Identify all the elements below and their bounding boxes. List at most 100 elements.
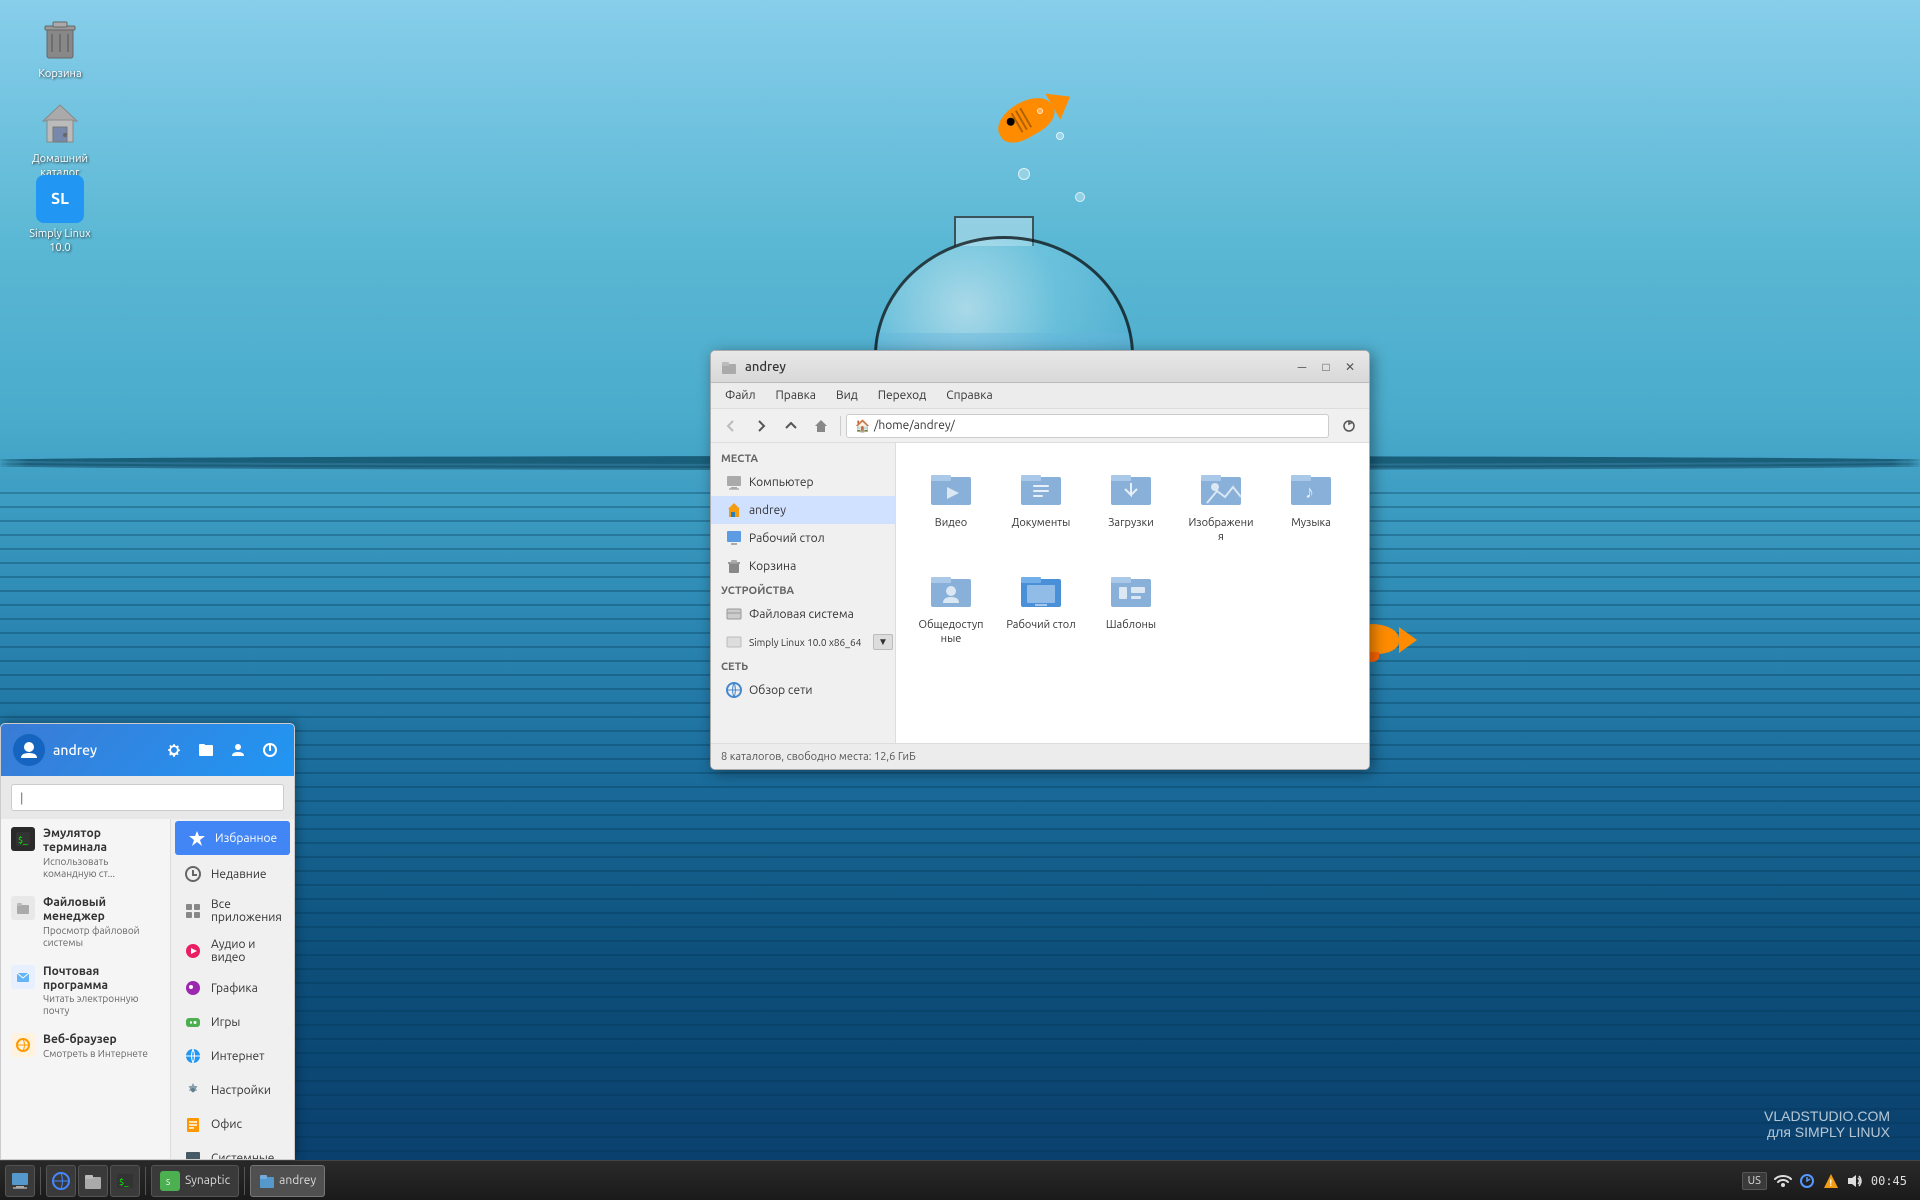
window-controls: ─ □ ✕: [1291, 356, 1361, 378]
folder-images-icon: [1197, 463, 1245, 511]
file-manager-menubar: Файл Правка Вид Переход Справка: [711, 383, 1369, 409]
folder-downloads-icon: [1107, 463, 1155, 511]
file-item-music[interactable]: ♪ Музыка: [1271, 458, 1351, 550]
category-all-apps[interactable]: Все приложения: [171, 891, 294, 931]
file-music-label: Музыка: [1276, 516, 1346, 530]
file-item-video[interactable]: Видео: [911, 458, 991, 550]
taskbar-sep-1: [40, 1167, 41, 1195]
sidebar-simply-linux[interactable]: Simply Linux 10.0 x86_64 ▼: [711, 628, 895, 656]
places-section-label: Места: [711, 448, 895, 468]
category-internet-label: Интернет: [211, 1050, 265, 1063]
menu-help[interactable]: Справка: [936, 386, 1002, 405]
app-item-mail[interactable]: Почтовая программа Читать электронную по…: [1, 957, 170, 1026]
category-audio-video[interactable]: Аудио и видео: [171, 931, 294, 971]
svg-text:!: !: [1829, 1178, 1832, 1188]
search-input[interactable]: [11, 784, 284, 811]
sidebar-network-browse-label: Обзор сети: [749, 684, 813, 697]
svg-text:S: S: [166, 1178, 170, 1187]
fish-tail-side: [1399, 627, 1417, 653]
file-item-desktop-folder[interactable]: Рабочий стол: [1001, 560, 1081, 652]
locale-button[interactable]: US: [1742, 1172, 1767, 1190]
window-close-button[interactable]: ✕: [1339, 356, 1361, 378]
watermark-line1: VLADSTUDIO.COM: [1764, 1108, 1890, 1124]
toolbar-separator: [840, 416, 841, 436]
start-menu-actions: [162, 738, 282, 762]
desktop-icon-simply[interactable]: SL Simply Linux 10.0: [20, 170, 100, 261]
sidebar-andrey[interactable]: andrey: [711, 496, 895, 524]
category-games[interactable]: Игры: [171, 1005, 294, 1039]
category-graphics[interactable]: Графика: [171, 971, 294, 1005]
settings-action-icon[interactable]: [162, 738, 186, 762]
back-button[interactable]: [717, 412, 745, 440]
file-manager-title: andrey: [745, 360, 1291, 374]
file-item-downloads[interactable]: Загрузки: [1091, 458, 1171, 550]
file-item-public[interactable]: Общедоступные: [911, 560, 991, 652]
warning-tray-icon[interactable]: !: [1821, 1171, 1841, 1191]
filemanager-icon: [11, 896, 35, 920]
home-nav-button[interactable]: [807, 412, 835, 440]
start-menu-body: $_ Эмулятор терминала Использовать коман…: [1, 819, 294, 1159]
window-minimize-button[interactable]: ─: [1291, 356, 1313, 378]
all-apps-cat-icon: [183, 901, 203, 921]
network-tray-icon[interactable]: [1773, 1171, 1793, 1191]
forward-button[interactable]: [747, 412, 775, 440]
desktop-icon-trash[interactable]: Корзина: [20, 10, 100, 86]
user-action-icon[interactable]: [226, 738, 250, 762]
address-bar[interactable]: 🏠 /home/andrey/: [846, 414, 1329, 438]
folder-templates-icon: [1107, 565, 1155, 613]
games-cat-icon: [183, 1012, 203, 1032]
start-menu-username: andrey: [53, 742, 97, 758]
show-desktop-button[interactable]: [5, 1165, 35, 1197]
start-menu-search: [1, 776, 294, 819]
taskbar-browser-button[interactable]: [46, 1165, 76, 1197]
file-downloads-label: Загрузки: [1096, 516, 1166, 530]
category-system[interactable]: Системные: [171, 1141, 294, 1159]
up-button[interactable]: [777, 412, 805, 440]
sidebar-scroll-down[interactable]: ▼: [873, 634, 893, 650]
sidebar-network-browse[interactable]: Обзор сети: [711, 676, 895, 704]
category-internet[interactable]: Интернет: [171, 1039, 294, 1073]
bubble-2: [1056, 132, 1064, 140]
power-action-icon[interactable]: [258, 738, 282, 762]
menu-view[interactable]: Вид: [826, 386, 868, 405]
file-item-docs[interactable]: Документы: [1001, 458, 1081, 550]
app-item-filemanager[interactable]: Файловый менеджер Просмотр файловой сист…: [1, 888, 170, 957]
sidebar-trash[interactable]: Корзина: [711, 552, 895, 580]
sidebar-computer[interactable]: Компьютер: [711, 468, 895, 496]
category-favorites[interactable]: Избранное: [175, 821, 290, 855]
system-clock[interactable]: 00:45: [1871, 1174, 1907, 1188]
file-item-templates[interactable]: Шаблоны: [1091, 560, 1171, 652]
filemanager-app-desc: Просмотр файловой системы: [43, 925, 160, 949]
taskbar-sep-2: [145, 1167, 146, 1195]
file-manager-window: andrey ─ □ ✕ Файл Правка Вид Переход Спр…: [710, 350, 1370, 770]
category-settings[interactable]: Настройки: [171, 1073, 294, 1107]
settings-cat-icon: [183, 1080, 203, 1100]
file-item-images[interactable]: Изображения: [1181, 458, 1261, 550]
files-action-icon[interactable]: [194, 738, 218, 762]
browser-icon: [11, 1033, 35, 1057]
file-count-status: 8 каталогов, свободно места: 12,6 ГиБ: [721, 751, 916, 763]
sidebar-filesystem[interactable]: Файловая система: [711, 600, 895, 628]
taskbar-synaptic-item[interactable]: S Synaptic: [151, 1165, 239, 1197]
sidebar-andrey-label: andrey: [749, 504, 786, 517]
folder-desktop-icon: [1017, 565, 1065, 613]
file-manager-toolbar: 🏠 /home/andrey/: [711, 409, 1369, 443]
window-maximize-button[interactable]: □: [1315, 356, 1337, 378]
app-item-browser[interactable]: Веб-браузер Смотреть в Интернете: [1, 1025, 170, 1067]
volume-tray-icon[interactable]: [1845, 1171, 1865, 1191]
menu-go[interactable]: Переход: [868, 386, 937, 405]
terminal-app-name: Эмулятор терминала: [43, 827, 160, 856]
svg-text:♪: ♪: [1305, 482, 1314, 502]
refresh-button[interactable]: [1335, 412, 1363, 440]
menu-file[interactable]: Файл: [715, 386, 766, 405]
app-item-terminal[interactable]: $_ Эмулятор терминала Использовать коман…: [1, 819, 170, 888]
taskbar-andrey-item[interactable]: andrey: [250, 1165, 325, 1197]
update-tray-icon[interactable]: [1797, 1171, 1817, 1191]
bubble-3: [1075, 192, 1085, 202]
taskbar-files-button[interactable]: [78, 1165, 108, 1197]
category-office[interactable]: Офис: [171, 1107, 294, 1141]
category-recent[interactable]: Недавние: [171, 857, 294, 891]
menu-edit[interactable]: Правка: [766, 386, 826, 405]
taskbar-terminal-button[interactable]: $_: [110, 1165, 140, 1197]
sidebar-desktop[interactable]: Рабочий стол: [711, 524, 895, 552]
